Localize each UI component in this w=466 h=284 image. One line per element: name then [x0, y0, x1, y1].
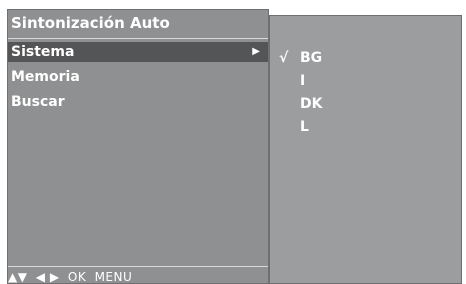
option-i[interactable]: I [270, 70, 461, 92]
option-label: DK [300, 96, 323, 112]
option-l[interactable]: L [270, 116, 461, 138]
auto-tuning-menu: Sintonización Auto Sistema ▶ Memoria Bus… [7, 9, 269, 284]
menu-item-label: Sistema [11, 44, 75, 60]
left-right-arrows-icon: ◀ ▶ [35, 270, 60, 284]
up-down-arrows-icon: ▲▼ [8, 270, 28, 284]
navigation-hints: ▲▼ ◀ ▶ OK MENU [8, 270, 136, 284]
option-bg[interactable]: √ BG [270, 47, 461, 69]
menu-item-buscar[interactable]: Buscar [8, 92, 268, 112]
menu-item-memoria[interactable]: Memoria [8, 67, 268, 87]
footer-divider [8, 266, 268, 267]
system-options-panel: √ BG I DK L [269, 15, 462, 284]
title-divider [8, 38, 268, 39]
check-icon: √ [279, 50, 289, 66]
menu-item-label: Buscar [11, 94, 65, 110]
option-label: I [300, 73, 306, 89]
option-dk[interactable]: DK [270, 93, 461, 115]
ok-hint: OK [67, 270, 87, 284]
menu-hint: MENU [94, 270, 133, 284]
menu-title: Sintonización Auto [11, 14, 170, 32]
submenu-arrow-icon: ▶ [252, 46, 260, 57]
menu-item-sistema[interactable]: Sistema ▶ [8, 42, 268, 62]
option-label: L [300, 119, 309, 135]
option-label: BG [300, 50, 323, 66]
menu-item-label: Memoria [11, 69, 80, 85]
